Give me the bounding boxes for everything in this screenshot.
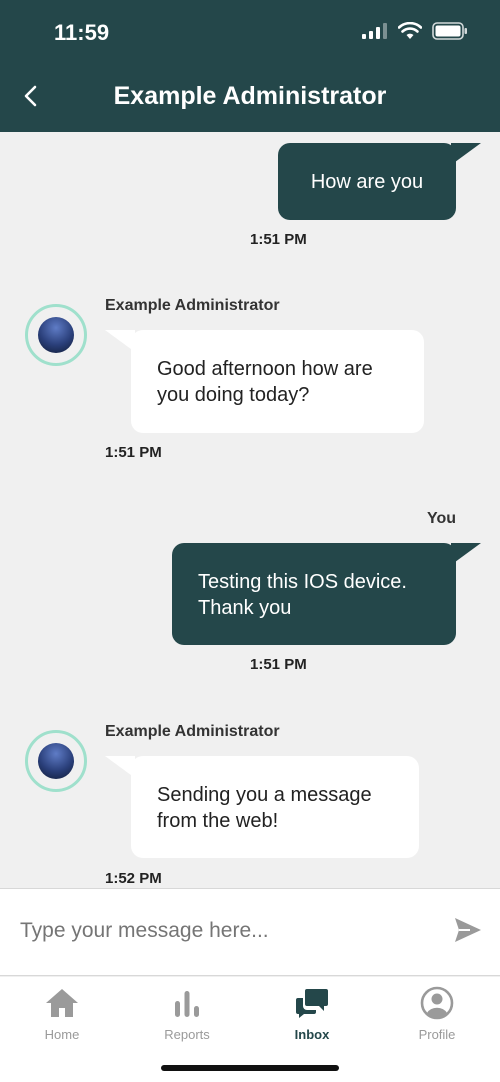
outgoing-message: How are you — [278, 143, 456, 220]
home-icon — [46, 989, 78, 1017]
message-text: How are you — [310, 170, 424, 193]
message-text: Good afternoon how are you doing today? — [157, 358, 373, 406]
signal-icon — [362, 23, 387, 39]
conversation-title: Example Administrator — [113, 82, 387, 110]
avatar-image — [38, 317, 74, 353]
tab-label: Profile — [418, 1027, 456, 1042]
send-button[interactable] — [454, 917, 484, 947]
tab-inbox[interactable]: Inbox — [262, 985, 362, 1042]
incoming-message: Sending you a message from the web! — [131, 756, 419, 858]
sender-name: Example Administrator — [105, 723, 280, 740]
sender-name: You — [426, 510, 456, 527]
avatar-image — [38, 743, 74, 779]
message-text: Sending you a message from the web! — [157, 784, 372, 832]
outgoing-message: Testing this IOS device. Thank you — [172, 543, 456, 645]
message-input[interactable] — [20, 919, 420, 943]
status-icons — [362, 22, 468, 40]
status-time: 11:59 — [54, 20, 110, 45]
app-header: 11:59 Example Administrator — [0, 0, 500, 132]
tab-reports[interactable]: Reports — [137, 985, 237, 1042]
battery-icon — [432, 22, 467, 40]
tab-home[interactable]: Home — [12, 985, 112, 1042]
message-tail — [451, 143, 481, 165]
message-text: Testing this IOS device. Thank you — [198, 571, 407, 619]
chat-bubbles-icon — [296, 989, 328, 1018]
message-list[interactable]: How are you 1:51 PM Example Administrato… — [0, 132, 500, 888]
tab-label: Inbox — [294, 1027, 330, 1042]
home-indicator — [161, 1065, 339, 1071]
incoming-message: Good afternoon how are you doing today? — [131, 330, 424, 433]
message-time: 1:51 PM — [105, 444, 162, 461]
send-icon — [455, 918, 481, 942]
user-circle-icon — [420, 986, 454, 1020]
message-time: 1:52 PM — [105, 870, 162, 887]
tab-label: Reports — [164, 1027, 210, 1042]
avatar — [25, 304, 87, 366]
tab-profile[interactable]: Profile — [387, 985, 487, 1042]
wifi-icon — [398, 22, 422, 39]
avatar — [25, 730, 87, 792]
tab-label: Home — [44, 1027, 80, 1042]
message-composer — [0, 888, 500, 976]
message-time: 1:51 PM — [250, 231, 307, 248]
sender-name: Example Administrator — [105, 297, 280, 314]
message-time: 1:51 PM — [250, 656, 307, 673]
bar-chart-icon — [175, 991, 199, 1017]
message-tail — [451, 543, 481, 565]
